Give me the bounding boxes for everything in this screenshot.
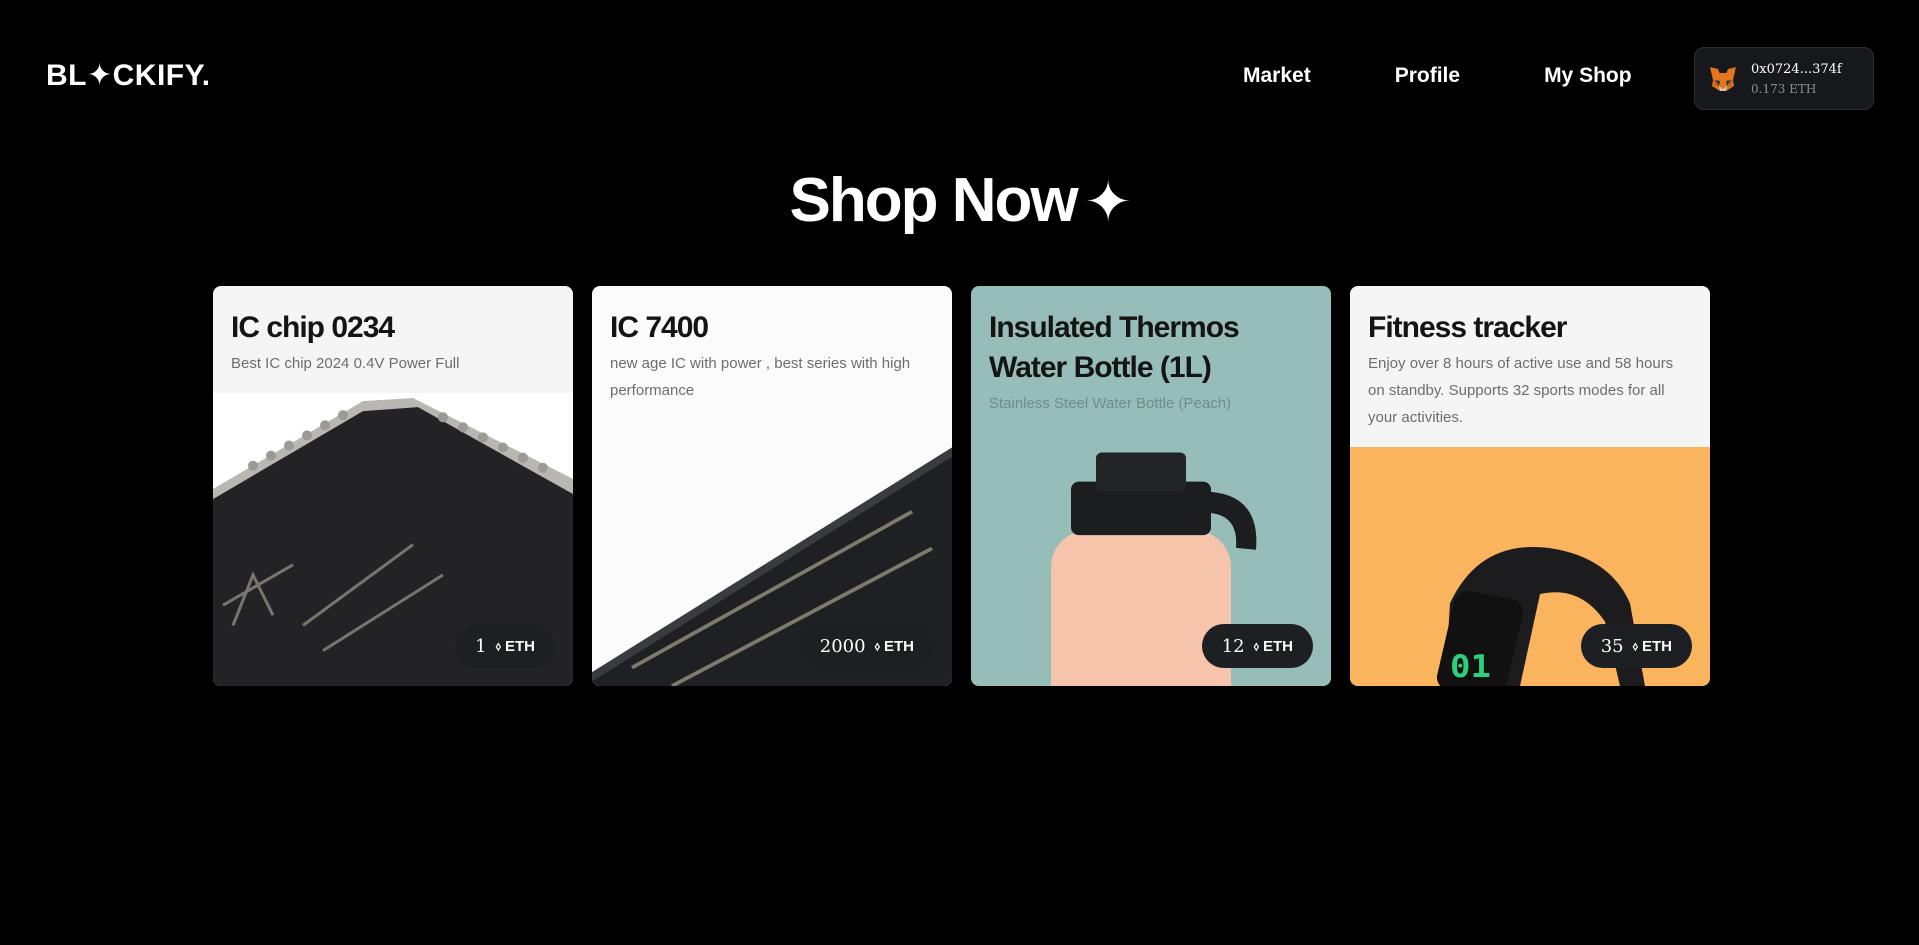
price-value: 2000 <box>819 635 866 657</box>
currency-label: ETH <box>505 637 535 655</box>
product-image: 12 ⬨ ETH <box>971 433 1331 686</box>
product-card[interactable]: IC chip 0234 Best IC chip 2024 0.4V Powe… <box>213 286 573 686</box>
price-currency: ⬨ ETH <box>875 638 914 655</box>
product-grid: IC chip 0234 Best IC chip 2024 0.4V Powe… <box>213 286 1710 686</box>
product-card[interactable]: Insulated Thermos Water Bottle (1L) Stai… <box>971 286 1331 686</box>
product-description: Enjoy over 8 hours of active use and 58 … <box>1368 355 1674 426</box>
wallet-button[interactable]: 0x0724...374f 0.173 ETH <box>1694 47 1874 110</box>
product-image: 01 35 ⬨ ETH <box>1350 447 1710 686</box>
product-title: IC 7400 <box>610 311 709 344</box>
product-description: new age IC with power , best series with… <box>610 355 911 399</box>
nav-my-shop[interactable]: My Shop <box>1544 64 1632 88</box>
product-card-header: IC chip 0234 Best IC chip 2024 0.4V Powe… <box>213 286 573 393</box>
product-card-header: IC 7400 new age IC with power , best ser… <box>592 286 952 420</box>
ethereum-icon: ⬨ <box>874 638 880 653</box>
price-value: 1 <box>475 635 487 657</box>
price-badge: 12 ⬨ ETH <box>1201 624 1313 668</box>
wallet-address: 0x0724...374f <box>1751 61 1842 77</box>
page-title-text: Shop Now <box>789 166 1079 235</box>
price-badge: 35 ⬨ ETH <box>1580 624 1692 668</box>
svg-text:01: 01 <box>1450 648 1491 684</box>
product-card[interactable]: Fitness tracker Enjoy over 8 hours of ac… <box>1350 286 1710 686</box>
product-title: IC chip 0234 <box>231 311 395 344</box>
sparkle-icon: ✦ <box>1084 170 1132 233</box>
price-currency: ⬨ ETH <box>1254 638 1293 655</box>
ethereum-icon: ⬨ <box>1253 638 1259 653</box>
product-card-header: Fitness tracker Enjoy over 8 hours of ac… <box>1350 286 1710 447</box>
price-currency: ⬨ ETH <box>496 638 535 655</box>
page: BL✦CKIFY. Market Profile My Shop 0x0724.… <box>0 0 1919 945</box>
product-card[interactable]: IC 7400 new age IC with power , best ser… <box>592 286 952 686</box>
currency-label: ETH <box>1642 637 1672 655</box>
nav-profile[interactable]: Profile <box>1395 64 1460 88</box>
product-title: Insulated Thermos Water Bottle (1L) <box>989 311 1240 384</box>
wallet-balance: 0.173 ETH <box>1751 81 1817 96</box>
product-image: 2000 ⬨ ETH <box>592 420 952 686</box>
product-card-header: Insulated Thermos Water Bottle (1L) Stai… <box>971 286 1331 433</box>
logo[interactable]: BL✦CKIFY. <box>46 58 211 93</box>
ethereum-icon: ⬨ <box>1632 638 1638 653</box>
price-badge: 1 ⬨ ETH <box>455 624 555 668</box>
price-currency: ⬨ ETH <box>1633 638 1672 655</box>
product-description: Stainless Steel Water Bottle (Peach) <box>989 395 1232 412</box>
ethereum-icon: ⬨ <box>495 638 501 653</box>
metamask-fox-icon <box>1710 66 1736 93</box>
product-description: Best IC chip 2024 0.4V Power Full <box>231 355 460 372</box>
main-nav: Market Profile My Shop <box>1243 64 1632 88</box>
price-badge: 2000 ⬨ ETH <box>799 624 934 668</box>
price-value: 35 <box>1600 635 1624 657</box>
page-title: Shop Now ✦ <box>0 165 1919 236</box>
nav-market[interactable]: Market <box>1243 64 1311 88</box>
product-image: 1 ⬨ ETH <box>213 393 573 686</box>
wallet-info: 0x0724...374f 0.173 ETH <box>1751 62 1842 96</box>
product-title: Fitness tracker <box>1368 311 1567 344</box>
price-value: 12 <box>1221 635 1245 657</box>
currency-label: ETH <box>1263 637 1293 655</box>
currency-label: ETH <box>884 637 914 655</box>
